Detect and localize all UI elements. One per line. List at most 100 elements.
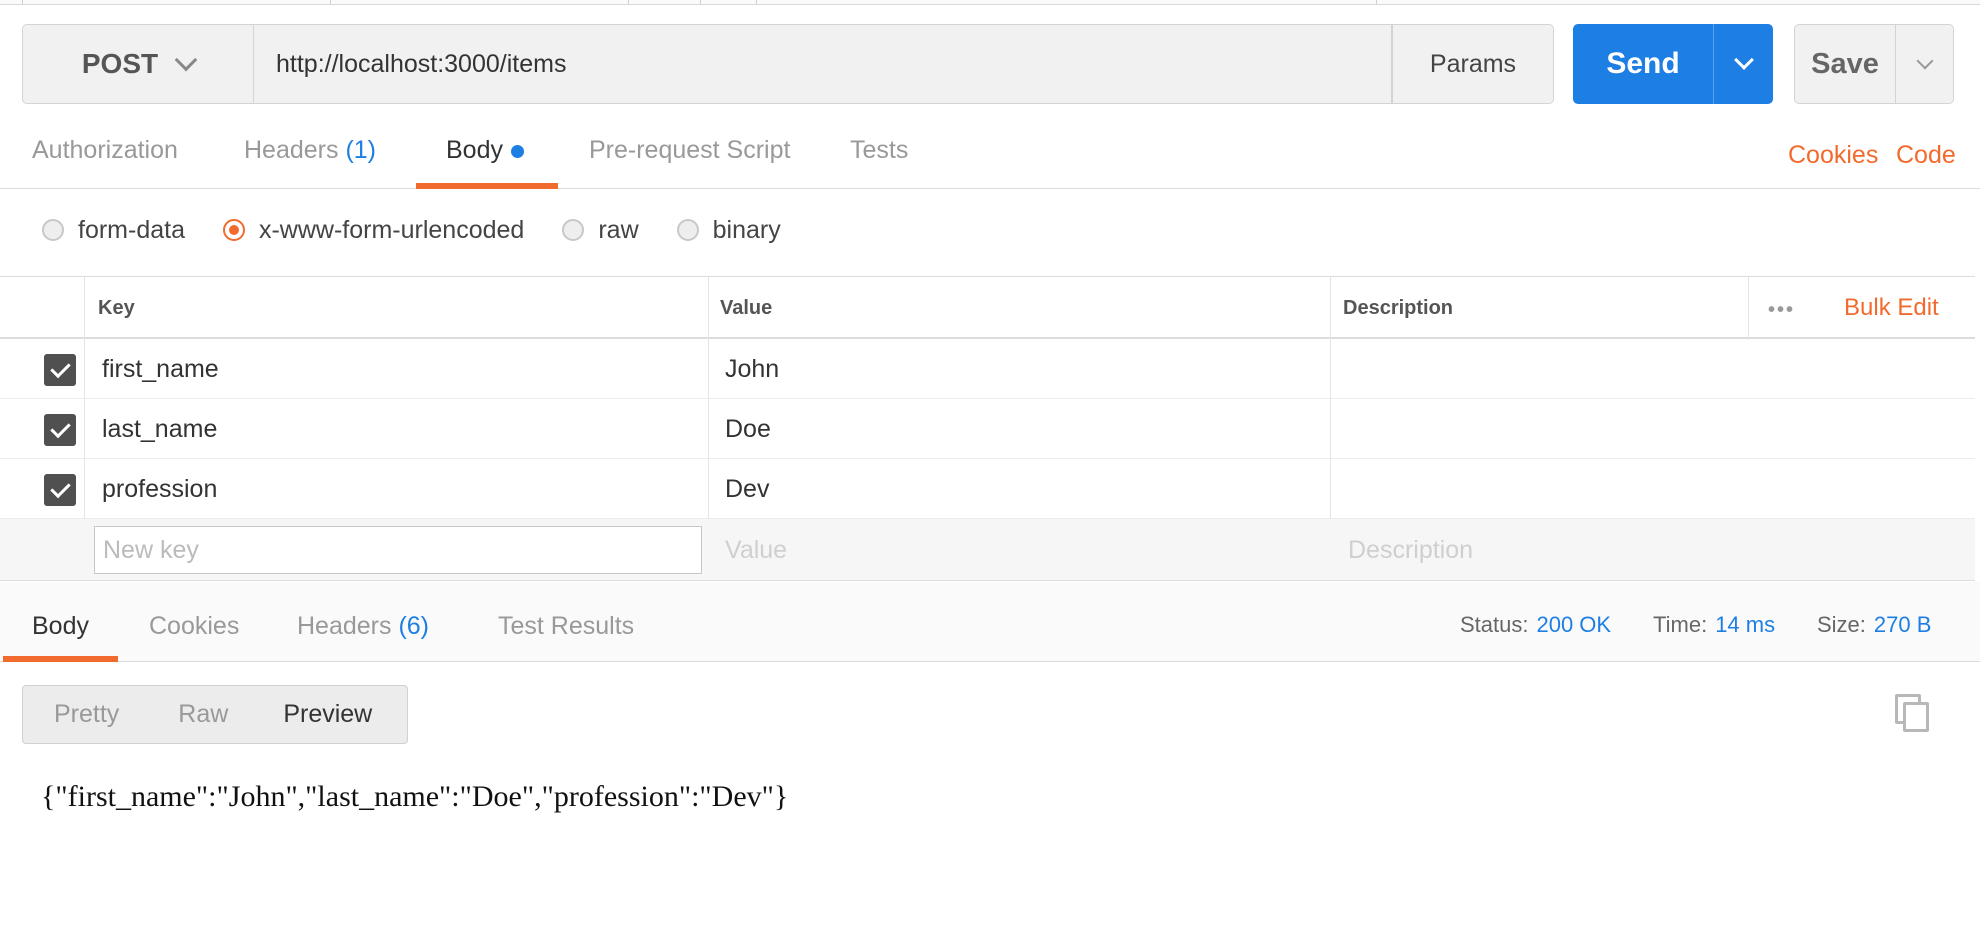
tab-body[interactable]: Body [446, 136, 524, 165]
row-checkbox[interactable] [44, 414, 76, 446]
tab-divider [22, 0, 23, 5]
column-header-key: Key [98, 297, 135, 319]
tab-divider [330, 0, 331, 5]
row-value[interactable]: Doe [725, 415, 771, 444]
url-input[interactable]: http://localhost:3000/items [254, 24, 1392, 104]
radio-binary[interactable]: binary [676, 215, 781, 245]
tab-label: Pre-request Script [589, 136, 791, 164]
tab-authorization[interactable]: Authorization [32, 136, 178, 165]
tab-label: Tests [850, 136, 909, 164]
view-pretty-button[interactable]: Pretty [54, 700, 119, 729]
column-divider [708, 339, 709, 399]
chevron-down-icon [1916, 52, 1933, 70]
method-selector[interactable]: POST [22, 24, 254, 104]
headers-count: (1) [345, 136, 377, 164]
row-key[interactable]: last_name [102, 415, 217, 444]
headers-count: (6) [398, 612, 430, 640]
response-tabs: Body Cookies Headers (6) Test Results St… [0, 582, 1980, 662]
column-divider [708, 399, 709, 459]
tab-label: Body [446, 136, 503, 164]
row-checkbox[interactable] [44, 474, 76, 506]
radio-circle [562, 219, 585, 241]
top-tab-strip [0, 0, 1980, 5]
column-divider [1748, 277, 1749, 340]
params-label: Params [1429, 49, 1517, 78]
radio-urlencoded[interactable]: x-www-form-urlencoded [222, 215, 525, 245]
more-options-icon[interactable]: ••• [1768, 299, 1795, 322]
radio-circle [222, 219, 245, 241]
body-type-radios: form-data x-www-form-urlencoded raw bina… [42, 210, 819, 250]
column-divider [708, 277, 709, 340]
row-value[interactable]: Dev [725, 475, 769, 504]
response-tab-test-results[interactable]: Test Results [498, 612, 634, 641]
tab-label: Headers [297, 612, 392, 640]
tab-prerequest-script[interactable]: Pre-request Script [589, 136, 790, 165]
tab-divider [756, 0, 757, 5]
time-value: 14 ms [1715, 612, 1776, 637]
new-value-input[interactable]: Value [725, 536, 787, 565]
save-button[interactable]: Save [1794, 24, 1954, 104]
url-text: http://localhost:3000/items [276, 49, 567, 78]
new-key-input[interactable]: New key [94, 526, 702, 574]
status-stat: Status: 200 OK [1460, 612, 1611, 638]
view-mode-selector: Pretty Raw Preview [22, 685, 408, 744]
active-tab-indicator [416, 183, 558, 189]
row-key[interactable]: profession [102, 475, 217, 504]
copy-icon-front [1903, 702, 1929, 732]
radio-form-data[interactable]: form-data [42, 216, 185, 245]
cookies-link[interactable]: Cookies [1788, 141, 1878, 170]
row-value[interactable]: John [725, 355, 779, 384]
column-divider [1330, 459, 1331, 519]
table-row: last_name Doe [0, 399, 1975, 459]
bulk-edit-link[interactable]: Bulk Edit [1844, 294, 1939, 322]
method-label: POST [81, 48, 159, 79]
status-value: 200 OK [1536, 612, 1612, 637]
column-divider [84, 277, 85, 340]
tab-tests[interactable]: Tests [850, 136, 908, 165]
radio-label: x-www-form-urlencoded [258, 215, 525, 244]
column-header-description: Description [1343, 297, 1454, 319]
time-label: Time: [1653, 612, 1708, 637]
copy-icon[interactable] [1895, 694, 1929, 732]
radio-label: raw [598, 215, 639, 244]
status-label: Status: [1460, 612, 1529, 637]
tab-headers[interactable]: Headers (1) [244, 136, 376, 165]
column-divider [84, 339, 85, 399]
tab-divider [1376, 0, 1377, 5]
radio-circle [42, 219, 64, 241]
size-stat: Size: 270 B [1817, 612, 1931, 638]
column-divider [1330, 399, 1331, 459]
column-divider [708, 459, 709, 519]
new-description-input[interactable]: Description [1348, 536, 1473, 565]
table-row: first_name John [0, 339, 1975, 399]
column-divider [84, 459, 85, 519]
params-button[interactable]: Params [1392, 24, 1554, 104]
response-tab-body[interactable]: Body [32, 612, 89, 641]
response-body-preview: {"first_name":"John","last_name":"Doe","… [41, 780, 789, 813]
response-tab-cookies[interactable]: Cookies [149, 612, 239, 641]
column-header-value: Value [720, 297, 773, 319]
radio-raw[interactable]: raw [562, 215, 639, 245]
send-options-button[interactable] [1713, 24, 1773, 104]
chevron-down-icon [1733, 50, 1754, 70]
view-raw-button[interactable]: Raw [178, 700, 228, 729]
row-checkbox[interactable] [44, 354, 76, 386]
code-link[interactable]: Code [1896, 141, 1956, 170]
column-divider [1330, 339, 1331, 399]
tab-divider [700, 0, 701, 5]
save-options-button[interactable] [1895, 25, 1953, 103]
table-header: Key Value Description ••• Bulk Edit [0, 276, 1975, 340]
row-key[interactable]: first_name [102, 355, 219, 384]
save-label: Save [1811, 47, 1879, 80]
send-button[interactable]: Send [1573, 24, 1773, 104]
tab-label: Headers [244, 136, 339, 164]
tab-divider [628, 0, 629, 5]
response-tab-headers[interactable]: Headers (6) [297, 612, 429, 641]
tab-label: Authorization [32, 136, 178, 164]
request-bar: POST http://localhost:3000/items Params [22, 24, 1554, 104]
view-preview-button[interactable]: Preview [283, 700, 372, 729]
size-value: 270 B [1873, 612, 1932, 637]
params-table: Key Value Description ••• Bulk Edit firs… [0, 276, 1975, 581]
radio-label: binary [712, 215, 781, 244]
size-label: Size: [1817, 612, 1866, 637]
